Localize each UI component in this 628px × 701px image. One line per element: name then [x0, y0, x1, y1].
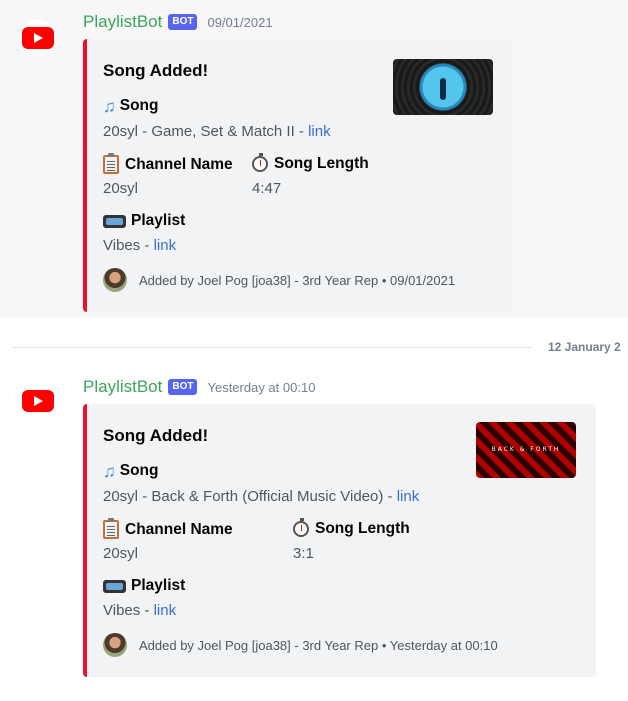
field-length-label: Song Length — [315, 520, 410, 537]
song-link[interactable]: link — [308, 123, 331, 140]
username[interactable]: PlaylistBot — [83, 377, 162, 397]
stopwatch-icon — [252, 153, 268, 172]
embed-title: Song Added! — [103, 61, 209, 80]
embed-footer: Added by Joel Pog [joa38] - 3rd Year Rep… — [103, 633, 498, 657]
field-song-value: 20syl - Back & Forth (Official Music Vid… — [103, 488, 419, 505]
field-song-name: ♫ Song — [103, 462, 159, 480]
field-playlist-name: Playlist — [103, 212, 185, 230]
musical-notes-icon: ♫ — [103, 461, 116, 481]
footer-avatar — [103, 268, 127, 292]
playlist-value-text: Vibes - — [103, 602, 154, 619]
field-length-label: Song Length — [274, 155, 369, 172]
videocassette-icon — [103, 214, 126, 228]
clipboard-icon — [103, 153, 119, 174]
date-divider-label: 12 January 2 — [548, 340, 621, 354]
field-channel-label: Channel Name — [125, 155, 233, 173]
embed-thumbnail[interactable] — [393, 59, 493, 115]
field-playlist-label: Playlist — [131, 212, 186, 229]
field-length-value: 3:1 — [293, 545, 314, 562]
field-channel-value: 20syl — [103, 545, 139, 562]
embed-thumbnail[interactable]: BACK & FORTH — [476, 422, 576, 478]
bot-tag: BOT — [168, 14, 198, 30]
message-header: PlaylistBot BOT Yesterday at 00:10 — [83, 376, 315, 398]
field-length-value: 4:47 — [252, 180, 282, 197]
field-channel-name: Channel Name — [103, 518, 233, 539]
musical-notes-icon: ♫ — [103, 96, 116, 116]
bot-tag: BOT — [168, 379, 198, 395]
field-playlist-label: Playlist — [131, 577, 186, 594]
field-playlist-value: Vibes - link — [103, 602, 176, 619]
date-divider — [12, 347, 532, 348]
timestamp: 09/01/2021 — [207, 14, 273, 30]
embed-title: Song Added! — [103, 426, 209, 445]
field-song-value: 20syl - Game, Set & Match II - link — [103, 123, 331, 140]
song-value-text: 20syl - Game, Set & Match II - — [103, 123, 309, 140]
username[interactable]: PlaylistBot — [83, 12, 162, 32]
field-channel-value: 20syl — [103, 180, 139, 197]
embed: Song Added! BACK & FORTH ♫ Song 20syl - … — [83, 404, 596, 677]
field-channel-label: Channel Name — [125, 520, 233, 538]
field-song-label: Song — [119, 97, 159, 114]
field-song-label: Song — [119, 462, 159, 479]
bot-avatar[interactable] — [20, 20, 56, 56]
thumbnail-text: BACK & FORTH — [491, 446, 561, 453]
field-song-name: ♫ Song — [103, 97, 159, 115]
playlist-link[interactable]: link — [154, 602, 177, 619]
stopwatch-icon — [293, 518, 309, 537]
timestamp: Yesterday at 00:10 — [207, 379, 316, 395]
playlist-link[interactable]: link — [154, 237, 177, 254]
youtube-icon — [22, 390, 54, 412]
message-1: PlaylistBot BOT 09/01/2021 Song Added! ♫… — [0, 0, 628, 318]
field-playlist-value: Vibes - link — [103, 237, 176, 254]
bot-avatar[interactable] — [20, 383, 56, 419]
message-2: PlaylistBot BOT Yesterday at 00:10 Song … — [0, 365, 628, 685]
field-length-name: Song Length — [293, 518, 410, 538]
song-value-text: 20syl - Back & Forth (Official Music Vid… — [103, 488, 397, 505]
embed: Song Added! ♫ Song 20syl - Game, Set & M… — [83, 39, 513, 312]
song-link[interactable]: link — [397, 488, 420, 505]
field-playlist-name: Playlist — [103, 577, 185, 595]
clipboard-icon — [103, 518, 119, 539]
field-length-name: Song Length — [252, 153, 369, 173]
footer-avatar — [103, 633, 127, 657]
youtube-icon — [22, 27, 54, 49]
footer-text: Added by Joel Pog [joa38] - 3rd Year Rep… — [139, 272, 456, 288]
field-channel-name: Channel Name — [103, 153, 233, 174]
videocassette-icon — [103, 579, 126, 593]
message-header: PlaylistBot BOT 09/01/2021 — [83, 11, 273, 33]
playlist-value-text: Vibes - — [103, 237, 154, 254]
embed-footer: Added by Joel Pog [joa38] - 3rd Year Rep… — [103, 268, 455, 292]
footer-text: Added by Joel Pog [joa38] - 3rd Year Rep… — [139, 637, 498, 653]
